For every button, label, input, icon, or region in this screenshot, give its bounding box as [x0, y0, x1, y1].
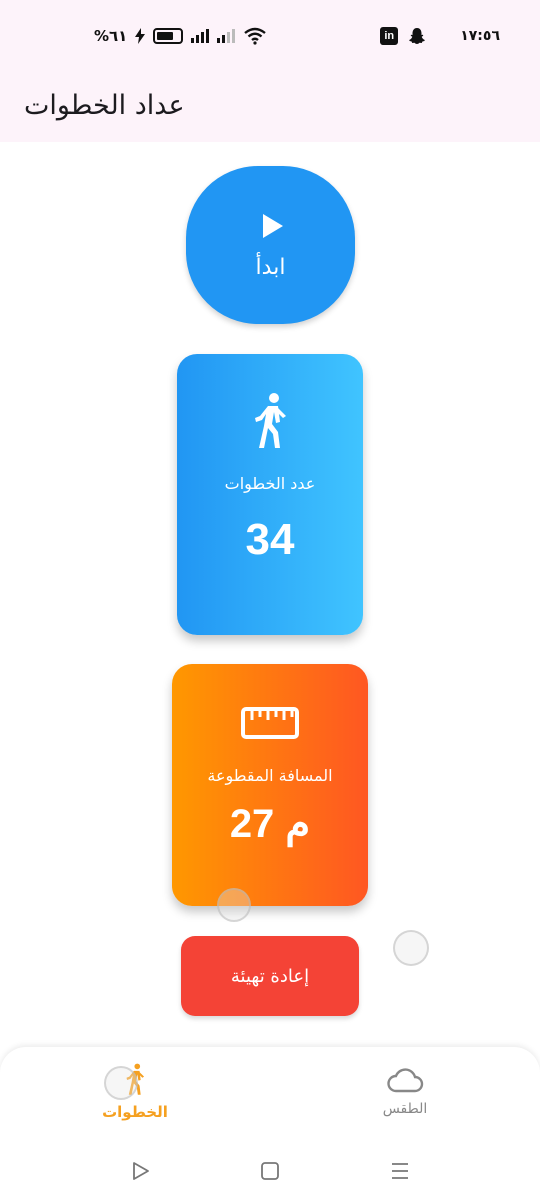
signal-icon	[191, 29, 210, 43]
distance-card: المسافة المقطوعة 27 م	[172, 664, 368, 906]
nav-label-weather: الطقس	[382, 1101, 428, 1117]
reset-button-label: إعادة تهيئة	[230, 965, 310, 987]
touch-indicator	[217, 888, 251, 922]
nav-label-steps: الخطوات	[102, 1103, 168, 1121]
snapchat-icon	[409, 28, 426, 44]
steps-card: عدد الخطوات 34	[177, 354, 363, 635]
app-bar: عداد الخطوات	[0, 70, 540, 142]
status-bar: %٦١ in ١٧:٥٦	[0, 0, 540, 70]
battery-icon	[153, 28, 184, 44]
touch-indicator	[104, 1066, 138, 1100]
signal-icon-secondary	[217, 29, 236, 43]
touch-indicator	[393, 930, 429, 966]
status-bar-right: in ١٧:٥٦	[380, 24, 500, 48]
charging-bolt-icon	[135, 28, 146, 44]
start-button-label: ابدأ	[255, 254, 286, 280]
back-triangle-icon[interactable]	[128, 1159, 152, 1183]
system-navigation-bar	[0, 1157, 540, 1200]
steps-label: عدد الخطوات	[224, 474, 316, 493]
distance-value: 27 م	[229, 802, 311, 846]
clock: ١٧:٥٦	[460, 28, 500, 44]
distance-label: المسافة المقطوعة	[207, 766, 333, 785]
menu-lines-icon[interactable]	[388, 1159, 412, 1183]
play-icon	[262, 213, 283, 238]
walking-person-icon	[255, 393, 286, 448]
page-title: عداد الخطوات	[24, 90, 185, 121]
nav-item-weather[interactable]: الطقس	[305, 1047, 505, 1137]
linkedin-icon: in	[380, 27, 399, 45]
reset-button[interactable]: إعادة تهيئة	[181, 936, 359, 1016]
wifi-icon	[244, 27, 267, 45]
battery-percent: %٦١	[94, 27, 128, 45]
cloud-icon	[387, 1068, 424, 1093]
steps-count: 34	[245, 515, 295, 564]
bottom-navigation: الخطوات الطقس	[0, 1047, 540, 1157]
ruler-icon	[241, 707, 299, 739]
status-bar-indicators: %٦١	[94, 24, 267, 48]
start-button[interactable]: ابدأ	[186, 166, 355, 324]
home-square-icon[interactable]	[258, 1159, 282, 1183]
